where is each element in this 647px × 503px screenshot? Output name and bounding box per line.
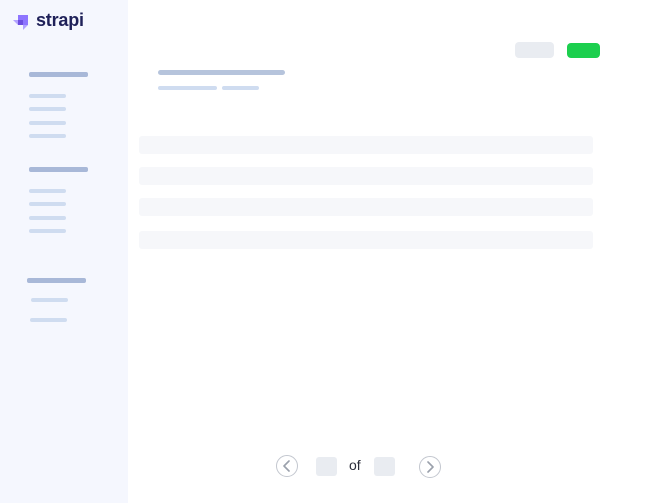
nav-item-placeholder[interactable] <box>31 298 68 302</box>
previous-page-button[interactable] <box>276 455 298 477</box>
strapi-logo-icon <box>13 14 28 30</box>
chevron-right-icon <box>427 461 434 473</box>
brand-name: strapi <box>36 10 84 30</box>
table-row-placeholder[interactable] <box>139 167 593 185</box>
nav-section-heading-placeholder <box>27 278 86 283</box>
current-page-field[interactable] <box>316 457 337 476</box>
nav-item-placeholder[interactable] <box>29 121 66 125</box>
total-pages-field <box>374 457 395 476</box>
nav-item-placeholder[interactable] <box>29 202 66 206</box>
chevron-left-icon <box>283 460 290 472</box>
brand-logo[interactable]: strapi <box>12 10 84 31</box>
nav-section-heading-placeholder <box>29 167 88 172</box>
nav-section-heading-placeholder <box>29 72 88 77</box>
nav-item-placeholder[interactable] <box>29 189 66 193</box>
nav-item-placeholder[interactable] <box>29 216 66 220</box>
page-title-placeholder <box>158 70 285 75</box>
app-window: strapi of <box>0 0 647 503</box>
nav-item-placeholder[interactable] <box>30 318 67 322</box>
nav-item-placeholder[interactable] <box>29 134 66 138</box>
page-subtitle-placeholder <box>222 86 259 90</box>
sidebar: strapi <box>0 0 128 503</box>
table-row-placeholder[interactable] <box>139 231 593 249</box>
next-page-button[interactable] <box>419 456 441 478</box>
nav-item-placeholder[interactable] <box>29 229 66 233</box>
primary-action-button[interactable] <box>567 43 600 58</box>
table-row-placeholder[interactable] <box>139 136 593 154</box>
pagination-of-label: of <box>349 457 361 473</box>
nav-item-placeholder[interactable] <box>29 94 66 98</box>
nav-item-placeholder[interactable] <box>29 107 66 111</box>
page-subtitle-placeholder <box>158 86 217 90</box>
table-row-placeholder[interactable] <box>139 198 593 216</box>
secondary-action-button[interactable] <box>515 42 554 58</box>
